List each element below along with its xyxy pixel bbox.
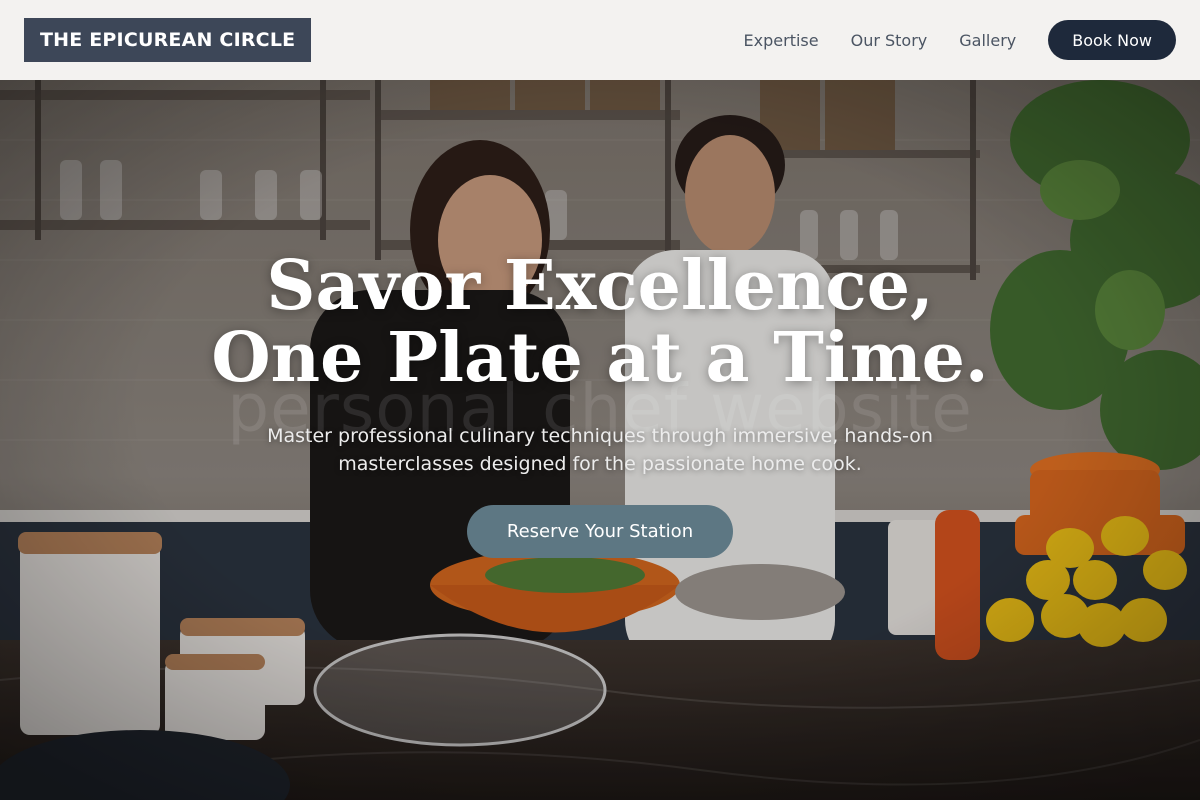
main-nav: Expertise Our Story Gallery Book Now bbox=[744, 20, 1176, 60]
nav-link-our-story[interactable]: Our Story bbox=[851, 31, 928, 50]
hero-subtitle-line-2: masterclasses designed for the passionat… bbox=[338, 453, 862, 475]
hero-title-line-2: One Plate at a Time. bbox=[211, 318, 989, 398]
hero-section: personal chef website Savor Excellence, … bbox=[0, 80, 1200, 800]
hero-subtitle: Master professional culinary techniques … bbox=[240, 422, 960, 478]
hero-title-line-1: Savor Excellence, bbox=[266, 246, 934, 326]
hero-subtitle-line-1: Master professional culinary techniques … bbox=[267, 425, 933, 447]
nav-link-expertise[interactable]: Expertise bbox=[744, 31, 819, 50]
nav-link-gallery[interactable]: Gallery bbox=[959, 31, 1016, 50]
hero-title: Savor Excellence, One Plate at a Time. bbox=[0, 250, 1200, 394]
site-header: THE EPICUREAN CIRCLE Expertise Our Story… bbox=[0, 0, 1200, 80]
site-logo[interactable]: THE EPICUREAN CIRCLE bbox=[24, 18, 312, 62]
reserve-station-button[interactable]: Reserve Your Station bbox=[467, 505, 733, 558]
book-now-button[interactable]: Book Now bbox=[1048, 20, 1176, 60]
